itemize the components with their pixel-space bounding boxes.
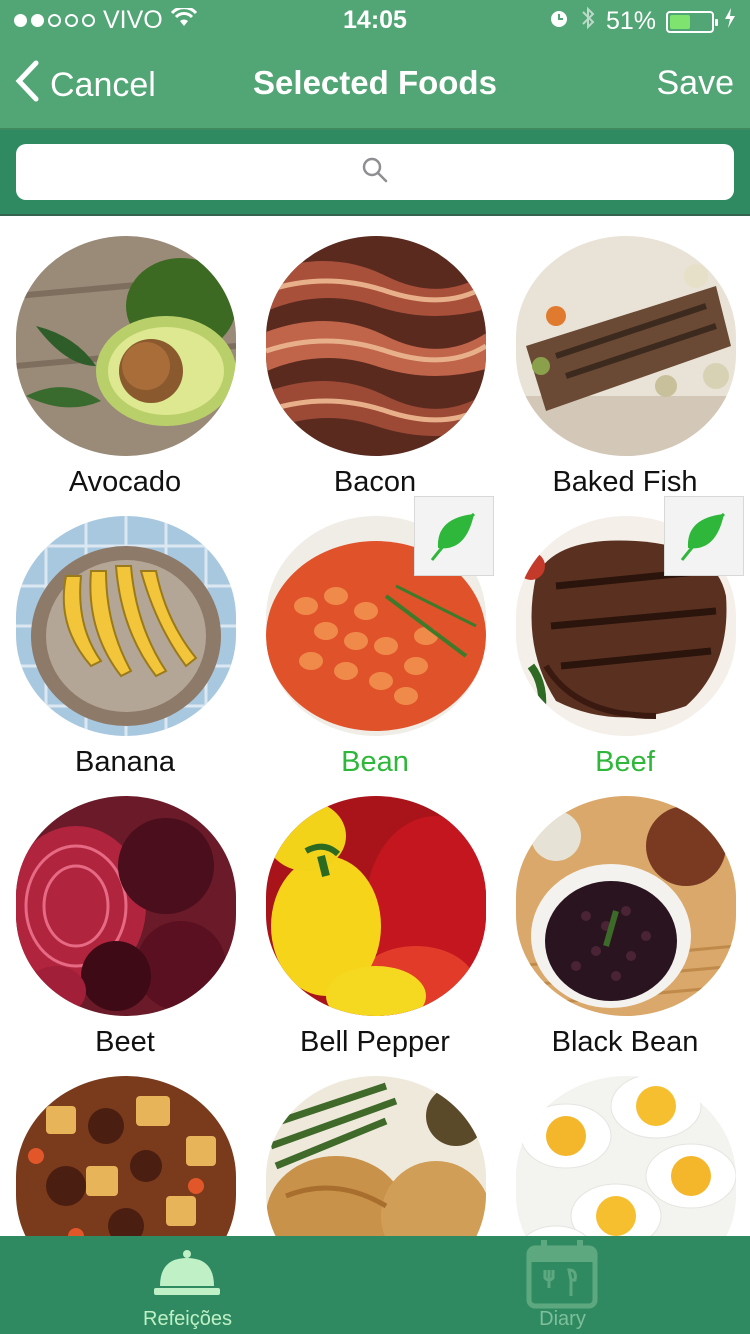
cloche-icon bbox=[154, 1248, 220, 1303]
status-bar: VIVO 14:05 51% bbox=[0, 0, 750, 40]
food-item-chicken[interactable] bbox=[250, 1056, 500, 1236]
egg-image bbox=[516, 1076, 736, 1236]
leaf-icon bbox=[664, 496, 744, 576]
food-item-beet[interactable]: Beet bbox=[0, 776, 250, 1058]
food-item-avocado[interactable]: Avocado bbox=[0, 216, 250, 498]
search-input[interactable] bbox=[16, 144, 734, 200]
search-bar-area bbox=[0, 130, 750, 216]
bell-pepper-image bbox=[266, 796, 486, 1016]
food-name: Avocado bbox=[68, 466, 182, 498]
page-title: Selected Foods bbox=[253, 64, 497, 101]
food-item-bacon[interactable]: Bacon bbox=[250, 216, 500, 498]
food-item-beef[interactable]: Beef bbox=[500, 496, 750, 778]
food-name: Beet bbox=[95, 1026, 155, 1058]
battery-percent: 51% bbox=[605, 7, 656, 35]
food-item-black-bean[interactable]: Black Bean bbox=[500, 776, 750, 1058]
black-bean-image bbox=[516, 796, 736, 1016]
food-name: Beef bbox=[595, 746, 655, 778]
calendar-icon bbox=[525, 1240, 599, 1315]
tab-label: Diary bbox=[539, 1308, 586, 1330]
food-name: Bell Pepper bbox=[300, 1026, 450, 1058]
tab-refeicoes[interactable]: Refeições bbox=[0, 1236, 375, 1334]
bluetooth-icon bbox=[580, 6, 596, 37]
bacon-image bbox=[266, 236, 486, 456]
tab-label: Refeições bbox=[143, 1308, 232, 1330]
food-item-bean[interactable]: Bean bbox=[250, 496, 500, 778]
food-item-egg[interactable] bbox=[500, 1056, 750, 1236]
food-name: Baked Fish bbox=[552, 466, 698, 498]
food-name: Black Bean bbox=[551, 1026, 699, 1058]
stew-image bbox=[16, 1076, 236, 1236]
header-area: VIVO 14:05 51% Cancel Selected Foods Sav… bbox=[0, 0, 750, 216]
food-name: Bean bbox=[341, 746, 409, 778]
nav-bar: Cancel Selected Foods Save bbox=[0, 40, 750, 128]
food-name: Banana bbox=[75, 746, 175, 778]
battery-icon bbox=[666, 10, 718, 33]
search-icon bbox=[361, 156, 389, 189]
beet-image bbox=[16, 796, 236, 1016]
food-item-banana[interactable]: Banana bbox=[0, 496, 250, 778]
chicken-image bbox=[266, 1076, 486, 1236]
charging-icon bbox=[724, 7, 736, 36]
leaf-icon bbox=[414, 496, 494, 576]
food-item-baked-fish[interactable]: Baked Fish bbox=[500, 216, 750, 498]
avocado-image bbox=[16, 236, 236, 456]
food-grid: Avocado Bacon Baked Fish Banana Bean Bee… bbox=[0, 216, 750, 1236]
tab-bar: Refeições Diary bbox=[0, 1236, 750, 1334]
baked-fish-image bbox=[516, 236, 736, 456]
alarm-icon bbox=[548, 7, 570, 36]
food-item-bell-pepper[interactable]: Bell Pepper bbox=[250, 776, 500, 1058]
food-item-stew[interactable] bbox=[0, 1056, 250, 1236]
tab-diary[interactable]: Diary bbox=[375, 1236, 750, 1334]
save-button[interactable]: Save bbox=[657, 64, 735, 103]
banana-image bbox=[16, 516, 236, 736]
food-name: Bacon bbox=[333, 466, 417, 498]
